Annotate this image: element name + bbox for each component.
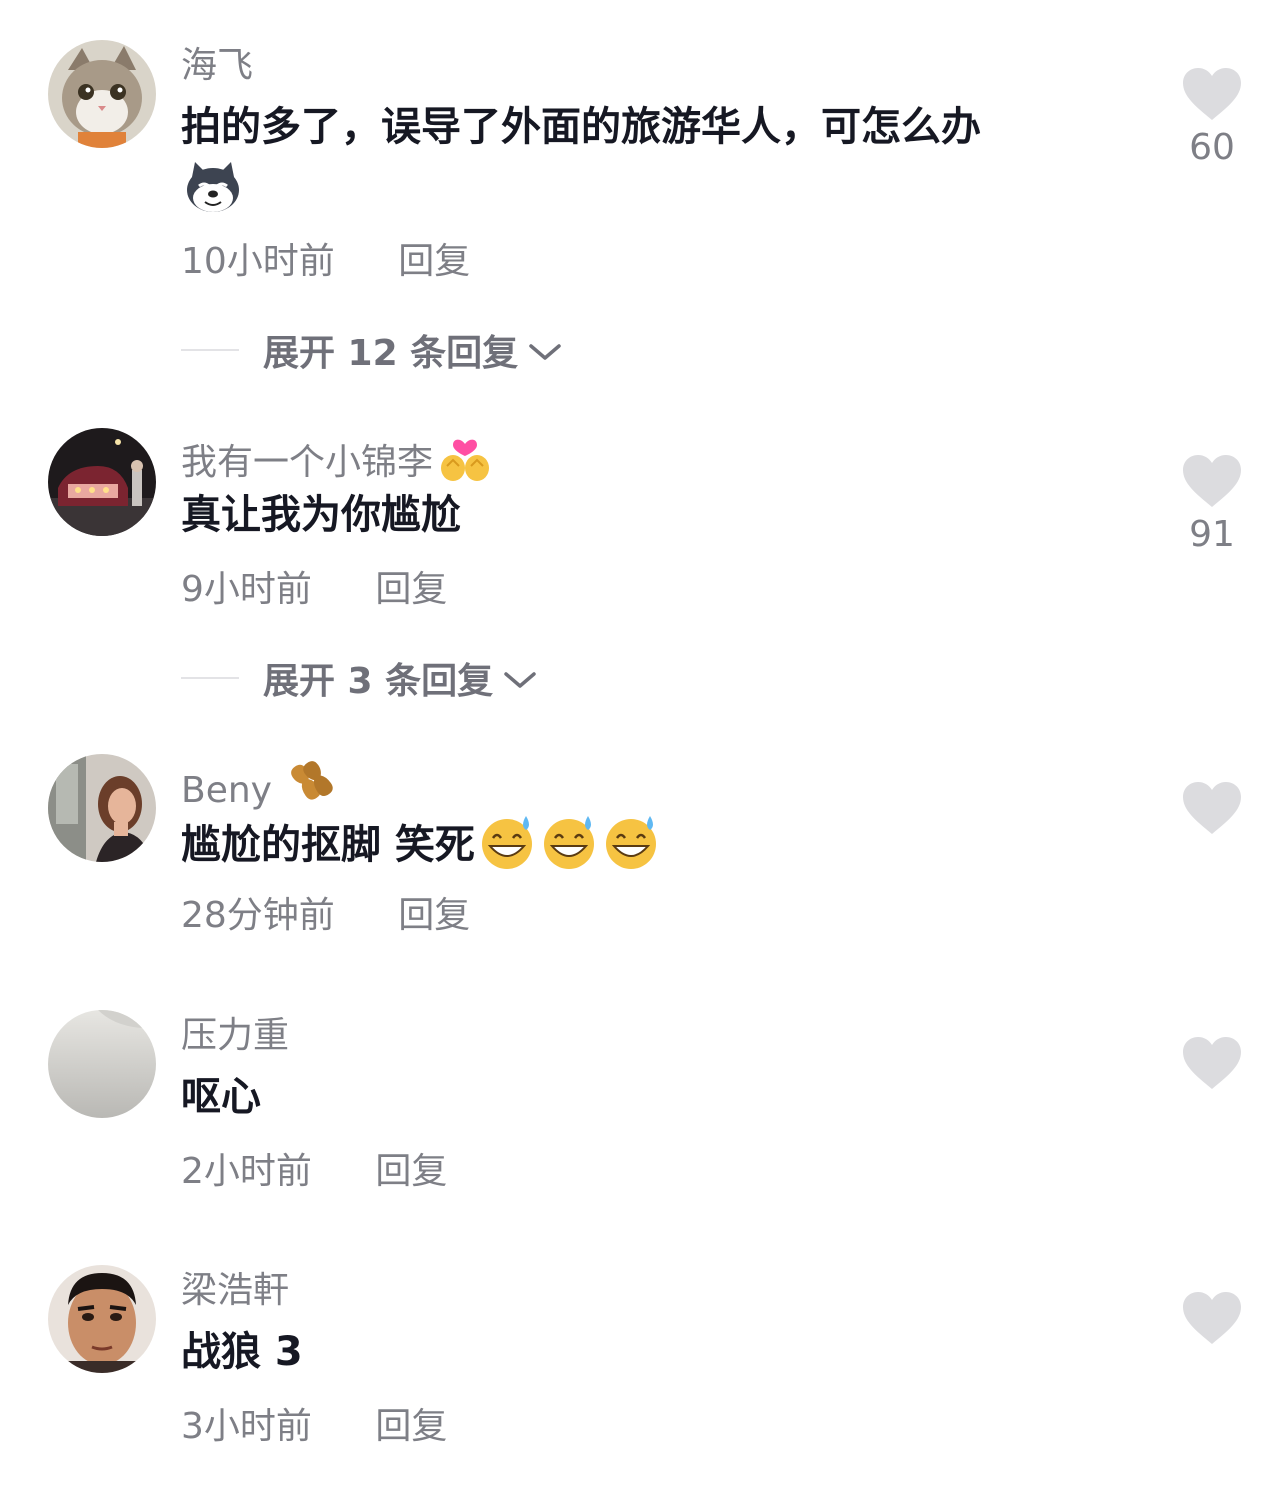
- comment-meta: 3小时前 回复: [181, 1405, 447, 1449]
- like-count: 60: [1189, 127, 1235, 168]
- reply-button[interactable]: 回复: [375, 568, 447, 612]
- divider-line: [181, 349, 239, 351]
- comment-author[interactable]: 我有一个小锦李: [181, 430, 491, 493]
- comment-time: 28分钟前: [181, 895, 335, 936]
- like-button[interactable]: [1182, 782, 1242, 836]
- gray-avatar-image: [48, 1010, 156, 1118]
- like-button[interactable]: 60: [1182, 68, 1242, 170]
- reply-button[interactable]: 回复: [375, 1405, 447, 1449]
- comment-item: Beny 尴尬的抠脚 笑死 28分钟前 回复: [0, 730, 1284, 1000]
- expand-replies-label: 展开 3 条回复: [263, 661, 494, 702]
- expand-replies-button[interactable]: 展开 12 条回复: [181, 328, 562, 374]
- hugging-hearts-emoji: [439, 430, 491, 493]
- like-button[interactable]: [1182, 1292, 1242, 1346]
- comment-item: 梁浩軒 战狼 3 3小时前 回复: [0, 1255, 1284, 1496]
- divider-line: [181, 677, 239, 679]
- grin-sweat-emoji: [477, 814, 537, 884]
- like-count: 91: [1189, 514, 1235, 555]
- reply-button[interactable]: 回复: [398, 894, 470, 938]
- expand-replies-label: 展开 12 条回复: [263, 333, 519, 374]
- like-button[interactable]: 91: [1182, 455, 1242, 557]
- heart-icon: [1183, 782, 1241, 834]
- doge-wolf-emoji: [185, 158, 241, 218]
- comment-text: 真让我为你尴尬: [181, 492, 461, 538]
- cat-avatar-image: [48, 40, 156, 148]
- comment-author[interactable]: 梁浩軒: [181, 1269, 289, 1313]
- peanut-emoji: [286, 758, 338, 821]
- heart-icon: [1183, 68, 1241, 120]
- heart-icon: [1183, 1037, 1241, 1089]
- comment-text: 拍的多了，误导了外面的旅游华人，可怎么办: [181, 104, 981, 150]
- heart-icon: [1183, 1292, 1241, 1344]
- comment-text: 尴尬的抠脚 笑死: [181, 814, 661, 884]
- comment-author-name: 我有一个小锦李: [181, 442, 434, 483]
- comment-author[interactable]: 海飞: [181, 44, 253, 88]
- grin-sweat-emoji: [601, 814, 661, 884]
- comment-time: 3小时前: [181, 1406, 312, 1447]
- grin-sweat-emoji: [539, 814, 599, 884]
- comment-time: 10小时前: [181, 241, 335, 282]
- comment-meta: 2小时前 回复: [181, 1150, 447, 1194]
- comment-meta: 10小时前 回复: [181, 240, 470, 284]
- comment-text: 战狼 3: [181, 1329, 303, 1375]
- comment-text: 呕心: [181, 1074, 261, 1120]
- comment-item: 压力重 呕心 2小时前 回复: [0, 1000, 1284, 1255]
- chevron-down-icon: [503, 658, 537, 699]
- heart-icon: [1183, 455, 1241, 507]
- portrait-avatar-image: [48, 754, 156, 862]
- avatar[interactable]: [48, 40, 156, 148]
- avatar[interactable]: [48, 1010, 156, 1118]
- comment-time: 2小时前: [181, 1151, 312, 1192]
- avatar[interactable]: [48, 1265, 156, 1373]
- comment-meta: 9小时前 回复: [181, 568, 447, 612]
- avatar[interactable]: [48, 428, 156, 536]
- avatar[interactable]: [48, 754, 156, 862]
- car-night-avatar-image: [48, 428, 156, 536]
- comment-author[interactable]: 压力重: [181, 1014, 289, 1058]
- expand-replies-button[interactable]: 展开 3 条回复: [181, 656, 537, 702]
- reply-button[interactable]: 回复: [375, 1150, 447, 1194]
- comment-meta: 28分钟前 回复: [181, 894, 470, 938]
- reply-button[interactable]: 回复: [398, 240, 470, 284]
- comment-author[interactable]: Beny: [181, 758, 338, 821]
- chevron-down-icon: [528, 330, 562, 371]
- like-button[interactable]: [1182, 1037, 1242, 1091]
- comment-item: 我有一个小锦李 真让我为你尴尬 9小时前 回复 展开 3 条回复 91: [0, 400, 1284, 730]
- comment-author-name: Beny: [181, 770, 272, 811]
- comment-time: 9小时前: [181, 569, 312, 610]
- comment-item: 海飞 拍的多了，误导了外面的旅游华人，可怎么办 10小时前 回复 展开 12 条…: [0, 0, 1284, 400]
- man-portrait-avatar-image: [48, 1265, 156, 1373]
- comment-text-content: 尴尬的抠脚 笑死: [181, 822, 475, 868]
